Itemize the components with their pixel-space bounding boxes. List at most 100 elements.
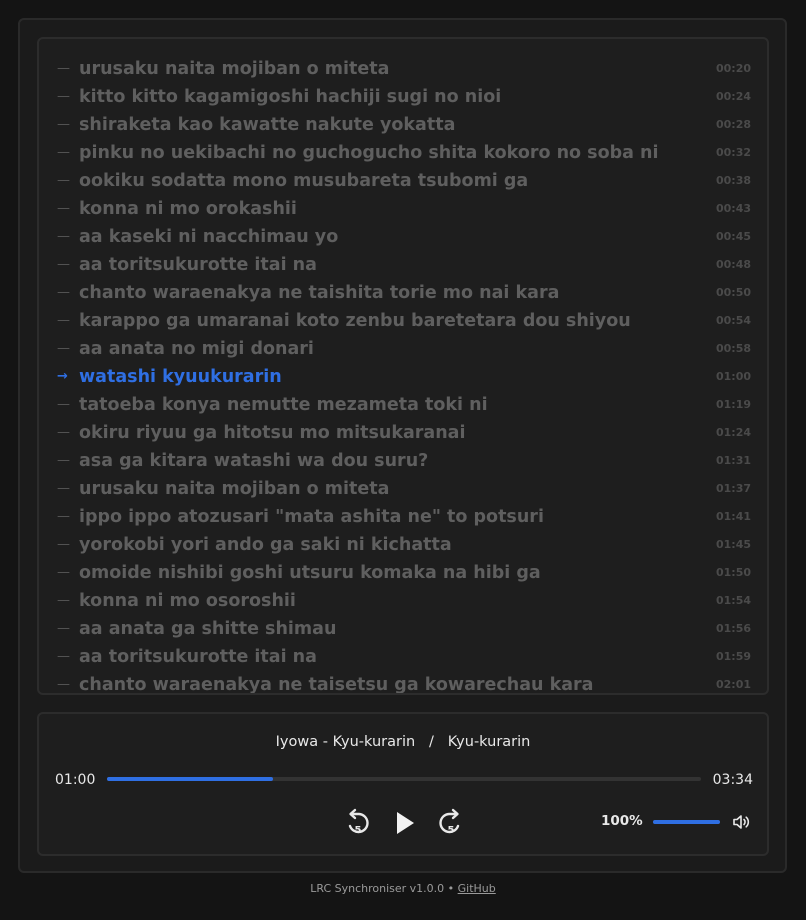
app-window: — urusaku naita mojiban o miteta 00:20 — kit… — [18, 18, 787, 873]
volume-fill — [653, 820, 720, 824]
lyrics-panel[interactable]: — urusaku naita mojiban o miteta 00:20 — kit… — [37, 37, 769, 695]
lyric-line-active[interactable]: → watashi kyuukurarin 01:00 — [39, 363, 767, 391]
lyric-timestamp: 01:50 — [715, 566, 751, 579]
dash-icon: — — [57, 621, 70, 636]
lyric-text: omoide nishibi goshi utsuru komaka na hi… — [79, 563, 541, 583]
rewind-5-icon: 5 — [348, 808, 369, 836]
lyric-text: asa ga kitara watashi wa dou suru? — [79, 451, 429, 471]
lyric-line[interactable]: — yorokobi yori ando ga saki ni kichatta 0… — [39, 531, 767, 559]
lyric-line[interactable]: — konna ni mo orokashii 00:43 — [39, 195, 767, 223]
lyric-line[interactable]: — konna ni mo osoroshii 01:54 — [39, 587, 767, 615]
lyric-timestamp: 00:48 — [715, 258, 751, 271]
lyric-line[interactable]: — tatoeba konya nemutte mezameta toki ni 0… — [39, 391, 767, 419]
lyric-timestamp: 00:28 — [715, 118, 751, 131]
lyric-timestamp: 01:56 — [715, 622, 751, 635]
dash-icon: — — [57, 145, 70, 160]
lyric-text: yorokobi yori ando ga saki ni kichatta — [79, 535, 452, 555]
dash-icon: — — [57, 313, 70, 328]
volume-slider[interactable] — [653, 820, 720, 824]
lyric-text: kitto kitto kagamigoshi hachiji sugi no … — [79, 87, 502, 107]
lyric-timestamp: 01:37 — [715, 482, 751, 495]
svg-text:5: 5 — [355, 825, 362, 836]
lyric-line[interactable]: — omoide nishibi goshi utsuru komaka na h… — [39, 559, 767, 587]
lyric-text: aa toritsukurotte itai na — [79, 647, 317, 667]
lyric-timestamp: 00:38 — [715, 174, 751, 187]
lyric-text: urusaku naita mojiban o miteta — [79, 59, 390, 79]
dash-icon: — — [57, 397, 70, 412]
lyric-text: konna ni mo osoroshii — [79, 591, 296, 611]
volume-label: 100% — [601, 813, 643, 829]
lyric-timestamp: 02:01 — [715, 678, 751, 691]
lyric-line[interactable]: — urusaku naita mojiban o miteta 01:37 — [39, 475, 767, 503]
lyric-timestamp: 01:54 — [715, 594, 751, 607]
lyric-line[interactable]: — ippo ippo atozusari "mata ashita ne" to… — [39, 503, 767, 531]
total-time: 03:34 — [712, 772, 753, 788]
github-link[interactable]: GitHub — [458, 882, 496, 895]
dash-icon: — — [57, 509, 70, 524]
lyric-line[interactable]: — karappo ga umaranai koto zenbu bareteta… — [39, 307, 767, 335]
lyric-timestamp: 00:20 — [715, 62, 751, 75]
dash-icon: — — [57, 537, 70, 552]
dash-icon: — — [57, 257, 70, 272]
lyric-line[interactable]: — aa anata ga shitte shimau 01:56 — [39, 615, 767, 643]
svg-text:5: 5 — [448, 825, 455, 836]
lyric-line[interactable]: — urusaku naita mojiban o miteta 00:20 — [39, 55, 767, 83]
lyric-timestamp: 00:32 — [715, 146, 751, 159]
dash-icon: — — [57, 341, 70, 356]
lyric-line[interactable]: — aa anata no migi donari 00:58 — [39, 335, 767, 363]
lyric-timestamp: 00:50 — [715, 286, 751, 299]
lyric-text: ippo ippo atozusari "mata ashita ne" to … — [79, 507, 544, 527]
lyric-line[interactable]: — aa kaseki ni nacchimau yo 00:45 — [39, 223, 767, 251]
lyric-timestamp: 00:43 — [715, 202, 751, 215]
dash-icon: — — [57, 61, 70, 76]
dash-icon: — — [57, 453, 70, 468]
lyric-timestamp: 01:31 — [715, 454, 751, 467]
lyric-line[interactable]: — ookiku sodatta mono musubareta tsubomi … — [39, 167, 767, 195]
lyric-timestamp: 01:19 — [715, 398, 751, 411]
dash-icon: — — [57, 229, 70, 244]
lyric-timestamp: 00:45 — [715, 230, 751, 243]
volume-button[interactable] — [731, 812, 751, 832]
lyric-text: urusaku naita mojiban o miteta — [79, 479, 390, 499]
lyric-line[interactable]: — shiraketa kao kawatte nakute yokatta 00:… — [39, 111, 767, 139]
lyric-text: aa anata no migi donari — [79, 339, 314, 359]
dash-icon: — — [57, 89, 70, 104]
lyric-timestamp: 01:41 — [715, 510, 751, 523]
volume-icon — [733, 815, 750, 829]
lyric-line[interactable]: — pinku no uekibachi no guchogucho shita … — [39, 139, 767, 167]
lyric-line[interactable]: — okiru riyuu ga hitotsu mo mitsukaranai 0… — [39, 419, 767, 447]
lyric-timestamp: 01:24 — [715, 426, 751, 439]
lyric-text: pinku no uekibachi no guchogucho shita k… — [79, 143, 659, 163]
track-title: Iyowa - Kyu-kurarin / Kyu-kurarin — [275, 734, 531, 750]
dash-icon: — — [57, 649, 70, 664]
dash-icon: — — [57, 117, 70, 132]
lyric-text: chanto waraenakya ne taisetsu ga kowarec… — [79, 675, 594, 695]
arrow-right-icon: → — [57, 369, 68, 384]
lyric-text: chanto waraenakya ne taishita torie mo n… — [79, 283, 560, 303]
lyric-text: aa anata ga shitte shimau — [79, 619, 337, 639]
play-button[interactable] — [388, 806, 422, 840]
lyric-line[interactable]: — asa ga kitara watashi wa dou suru? 01:31 — [39, 447, 767, 475]
current-time: 01:00 — [55, 772, 96, 788]
lyric-timestamp: 00:24 — [715, 90, 751, 103]
lyric-timestamp: 01:59 — [715, 650, 751, 663]
progress-bar[interactable] — [107, 777, 701, 781]
lyric-line[interactable]: — chanto waraenakya ne taishita torie mo … — [39, 279, 767, 307]
play-icon — [397, 812, 414, 834]
rewind-5-button[interactable]: 5 — [340, 806, 374, 840]
footer-text: LRC Synchroniser v1.0.0 • — [310, 882, 458, 895]
lyric-line[interactable]: — aa toritsukurotte itai na 00:48 — [39, 251, 767, 279]
footer: LRC Synchroniser v1.0.0 • GitHub — [0, 882, 806, 895]
dash-icon: — — [57, 677, 70, 692]
lyric-text: shiraketa kao kawatte nakute yokatta — [79, 115, 456, 135]
lyric-timestamp: 00:58 — [715, 342, 751, 355]
progress-fill — [107, 777, 274, 781]
dash-icon: — — [57, 425, 70, 440]
forward-5-button[interactable]: 5 — [434, 806, 468, 840]
lyric-line[interactable]: — chanto waraenakya ne taisetsu ga koware… — [39, 671, 767, 695]
dash-icon: — — [57, 565, 70, 580]
lyric-text: aa toritsukurotte itai na — [79, 255, 317, 275]
lyric-text: watashi kyuukurarin — [79, 367, 282, 387]
lyric-line[interactable]: — kitto kitto kagamigoshi hachiji sugi no… — [39, 83, 767, 111]
lyric-line[interactable]: — aa toritsukurotte itai na 01:59 — [39, 643, 767, 671]
